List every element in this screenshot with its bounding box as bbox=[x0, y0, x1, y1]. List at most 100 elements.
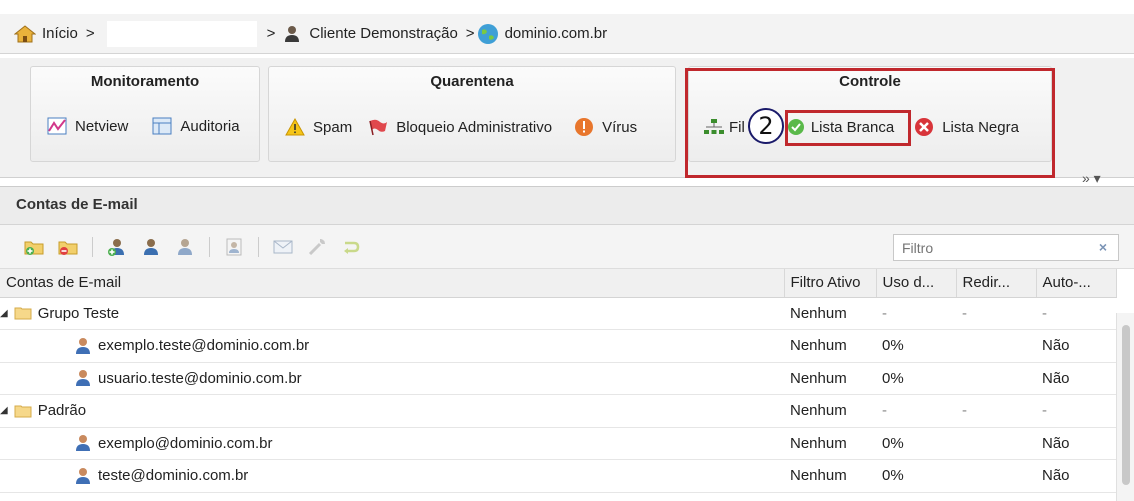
vertical-scrollbar[interactable] bbox=[1116, 313, 1134, 501]
breadcrumb-separator: > bbox=[465, 25, 475, 42]
account-email: usuario.teste@dominio.com.br bbox=[98, 369, 302, 387]
ribbon-group-title: Monitoramento bbox=[90, 73, 200, 90]
cell-redir bbox=[956, 329, 1036, 363]
step-number-badge: 2 bbox=[748, 108, 784, 144]
cell-filtro: Nenhum bbox=[784, 297, 876, 330]
remove-user-icon[interactable] bbox=[175, 237, 195, 257]
column-header-contas[interactable]: Contas de E-mail bbox=[0, 269, 785, 298]
column-header-filtro-ativo[interactable]: Filtro Ativo bbox=[784, 269, 877, 298]
mail-icon[interactable] bbox=[273, 239, 293, 255]
redirect-icon[interactable] bbox=[341, 237, 361, 257]
user-icon bbox=[76, 435, 90, 452]
cell-filtro: Nenhum bbox=[784, 427, 876, 460]
ribbon-group-title: Quarentena bbox=[430, 73, 514, 90]
bloqueio-administrativo-label: Bloqueio Administrativo bbox=[396, 118, 553, 136]
folder-icon bbox=[14, 405, 32, 418]
table-row-account[interactable]: usuario.teste@dominio.com.br Nenhum 0% N… bbox=[0, 362, 1116, 395]
virus-label: Vírus bbox=[602, 118, 638, 136]
flag-icon bbox=[369, 119, 388, 136]
cell-filtro: Nenhum bbox=[784, 329, 876, 363]
edit-user-icon[interactable] bbox=[141, 237, 161, 257]
email-accounts-panel: Contas de E-mail Filtro × Contas de E-ma… bbox=[0, 186, 1134, 501]
table-icon bbox=[152, 117, 172, 135]
warning-icon bbox=[285, 118, 305, 136]
cell-uso: - bbox=[876, 394, 956, 428]
spam-button[interactable]: Spam bbox=[285, 118, 352, 136]
accounts-table: Contas de E-mail Filtro Ativo Uso d... R… bbox=[0, 269, 1117, 493]
add-user-icon[interactable] bbox=[107, 237, 127, 257]
account-email: teste@dominio.com.br bbox=[98, 467, 249, 485]
cell-uso: 0% bbox=[876, 362, 956, 395]
breadcrumb-home-label: Início bbox=[42, 25, 78, 42]
ribbon-group-monitoramento: Monitoramento Netview Auditoria bbox=[30, 66, 260, 162]
netview-button[interactable]: Netview bbox=[47, 117, 128, 135]
auditoria-label: Auditoria bbox=[180, 117, 240, 135]
chart-icon bbox=[47, 117, 67, 135]
expand-triangle-icon[interactable]: ◢ bbox=[0, 308, 8, 319]
auditoria-button[interactable]: Auditoria bbox=[152, 117, 240, 135]
table-row-group[interactable]: ◢ Padrão Nenhum - - - bbox=[0, 394, 1116, 428]
cell-auto: Não bbox=[1036, 459, 1116, 493]
panel-title: Contas de E-mail bbox=[0, 187, 1134, 225]
virus-icon bbox=[575, 118, 594, 136]
breadcrumb-separator: > bbox=[85, 25, 95, 42]
table-row-account[interactable]: exemplo.teste@dominio.com.br Nenhum 0% N… bbox=[0, 329, 1116, 363]
cell-filtro: Nenhum bbox=[784, 362, 876, 395]
cell-redir bbox=[956, 362, 1036, 395]
column-header-auto[interactable]: Auto-... bbox=[1036, 269, 1117, 298]
breadcrumb-domain[interactable]: dominio.com.br bbox=[477, 23, 607, 45]
user-icon bbox=[285, 25, 300, 42]
column-header-uso[interactable]: Uso d... bbox=[876, 269, 957, 298]
cell-uso: 0% bbox=[876, 329, 956, 363]
grid-toolbar: × bbox=[0, 225, 1134, 269]
cell-redir: - bbox=[956, 297, 1036, 330]
cell-uso: - bbox=[876, 297, 956, 330]
wrench-icon[interactable] bbox=[307, 237, 327, 257]
table-row-account[interactable]: exemplo@dominio.com.br Nenhum 0% Não bbox=[0, 427, 1116, 460]
table-header-row: Contas de E-mail Filtro Ativo Uso d... R… bbox=[0, 269, 1117, 298]
cell-filtro: Nenhum bbox=[784, 459, 876, 493]
cell-auto: Não bbox=[1036, 362, 1116, 395]
cell-uso: 0% bbox=[876, 459, 956, 493]
filter-input[interactable] bbox=[894, 235, 1084, 260]
folder-icon bbox=[14, 307, 32, 320]
breadcrumb-redacted bbox=[106, 20, 257, 47]
breadcrumb-home[interactable]: Início bbox=[14, 24, 78, 43]
scrollbar-thumb[interactable] bbox=[1122, 325, 1130, 485]
breadcrumb-client[interactable]: Cliente Demonstração bbox=[283, 25, 458, 43]
cell-auto: Não bbox=[1036, 329, 1116, 363]
ribbon-group-quarentena: Quarentena Spam Bloqueio Administrativo bbox=[268, 66, 676, 162]
more-menu-button[interactable]: » ▾ bbox=[1082, 170, 1101, 187]
virus-button[interactable]: Vírus bbox=[574, 117, 637, 137]
table-row-group[interactable]: ◢ Grupo Teste Nenhum - - - bbox=[0, 297, 1116, 330]
remove-folder-icon[interactable] bbox=[58, 238, 78, 256]
cell-uso: 0% bbox=[876, 427, 956, 460]
expand-triangle-icon[interactable]: ◢ bbox=[0, 405, 8, 416]
user-icon bbox=[76, 467, 90, 484]
user-icon bbox=[76, 370, 90, 387]
cropped-heading bbox=[0, 0, 1134, 6]
cell-auto: - bbox=[1036, 297, 1116, 330]
netview-label: Netview bbox=[75, 117, 129, 135]
account-email: exemplo@dominio.com.br bbox=[98, 434, 273, 452]
group-name: Grupo Teste bbox=[37, 304, 120, 322]
spam-label: Spam bbox=[313, 118, 353, 136]
account-email: exemplo.teste@dominio.com.br bbox=[98, 337, 310, 355]
table-row-account[interactable]: teste@dominio.com.br Nenhum 0% Não bbox=[0, 459, 1116, 493]
cell-auto: Não bbox=[1036, 427, 1116, 460]
breadcrumb-separator: > bbox=[266, 25, 276, 42]
user-icon bbox=[76, 337, 90, 354]
breadcrumb-client-label: Cliente Demonstração bbox=[309, 25, 458, 42]
cell-redir bbox=[956, 427, 1036, 460]
breadcrumb: Início > > Cliente Demonstração > domini… bbox=[0, 14, 1134, 54]
import-user-icon[interactable] bbox=[224, 237, 244, 257]
clear-filter-icon[interactable]: × bbox=[1094, 238, 1112, 256]
cell-filtro: Nenhum bbox=[784, 394, 876, 428]
bloqueio-administrativo-button[interactable]: Bloqueio Administrativo bbox=[368, 118, 552, 136]
filter-field[interactable]: × bbox=[893, 234, 1119, 261]
lista-branca-highlight-frame bbox=[785, 110, 911, 146]
column-header-redir[interactable]: Redir... bbox=[956, 269, 1037, 298]
add-folder-icon[interactable] bbox=[24, 238, 44, 256]
group-name: Padrão bbox=[37, 402, 87, 420]
cell-auto: - bbox=[1036, 394, 1116, 428]
